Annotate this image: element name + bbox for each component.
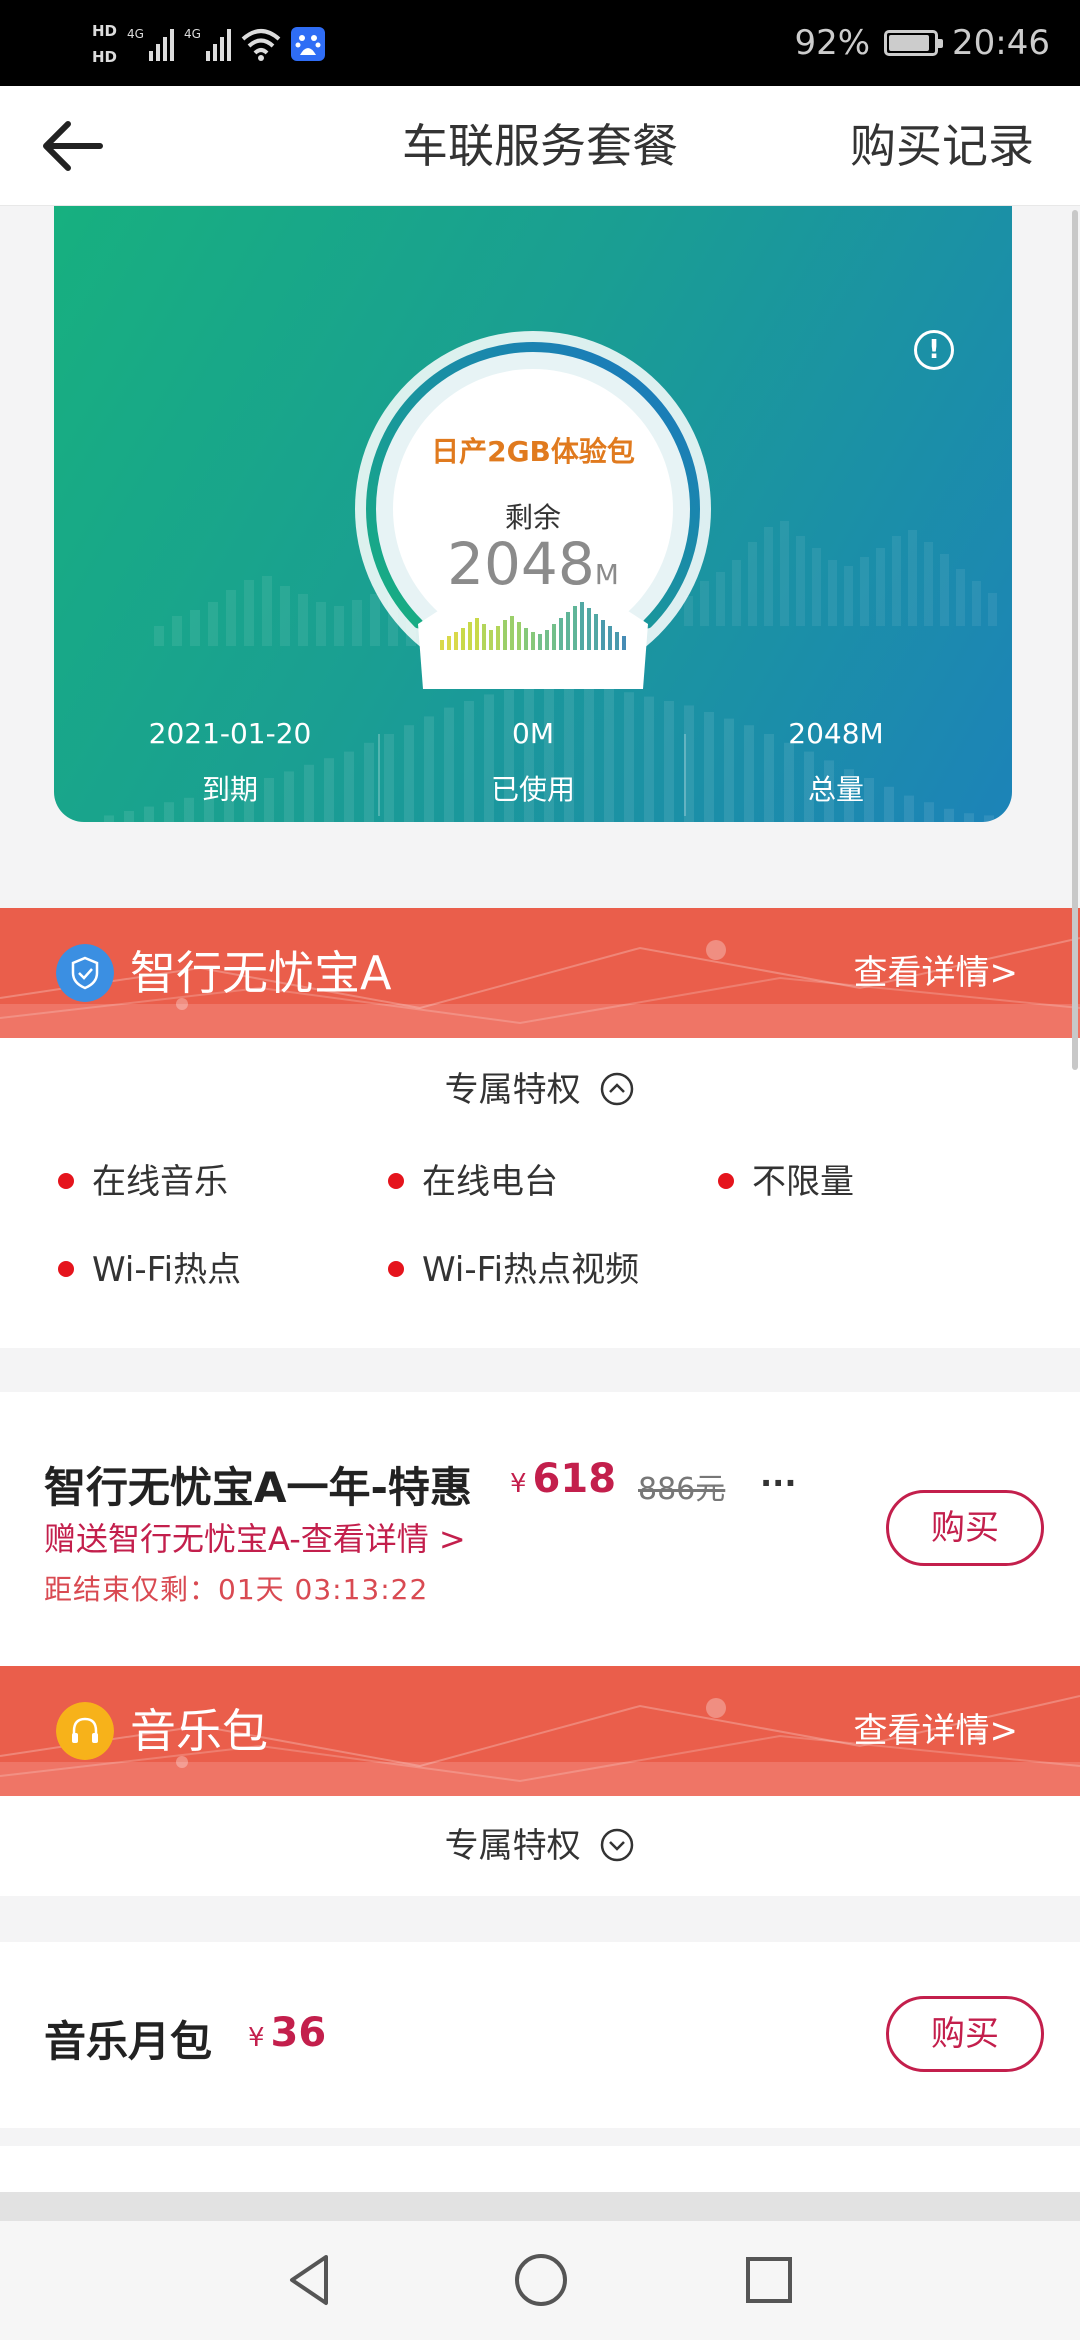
privileges-toggle[interactable]: 专属特权 xyxy=(0,1040,1080,1140)
view-details-link[interactable]: 查看详情> xyxy=(854,1666,1019,1796)
battery-percent: 92% xyxy=(794,23,871,63)
back-arrow-icon[interactable] xyxy=(38,116,108,176)
remaining-value: 2048M xyxy=(54,530,1012,598)
stat-used: 0M 已使用 xyxy=(383,712,683,818)
perk-item: 不限量 xyxy=(718,1152,854,1212)
package-banner-music[interactable]: 音乐包 查看详情> xyxy=(0,1666,1080,1796)
nav-recents-square-icon[interactable] xyxy=(742,2251,796,2309)
currency-symbol: ¥ xyxy=(248,2023,265,2053)
privileges-panel: 专属特权 xyxy=(0,1796,1080,1896)
perk-item: Wi-Fi热点视频 xyxy=(388,1240,639,1300)
stat-value: 2048M xyxy=(788,717,884,750)
gift-details-link[interactable]: 赠送智行无忧宝A-查看详情 > xyxy=(44,1514,466,1560)
currency-symbol: ¥ xyxy=(510,1469,527,1499)
system-navigation-bar xyxy=(0,2220,1080,2340)
bottom-shadow xyxy=(0,2192,1080,2220)
privileges-toggle[interactable]: 专属特权 xyxy=(0,1796,1080,1896)
hd-indicator: HD HD xyxy=(92,18,117,70)
price-value: 36 xyxy=(270,2010,327,2056)
stat-label: 总量 xyxy=(807,773,864,806)
network-type-2: 4G xyxy=(183,27,201,41)
chevron-up-icon xyxy=(601,1072,634,1105)
package-banner-zhixing[interactable]: 智行无忧宝A 查看详情> xyxy=(0,908,1080,1038)
nav-home-circle-icon[interactable] xyxy=(512,2251,570,2309)
perk-label: 在线电台 xyxy=(422,1162,558,1202)
offer-price: ¥618 xyxy=(510,1456,616,1502)
clock: 20:46 xyxy=(952,23,1050,63)
status-bar: HD HD 4G 4G 92% 20:46 xyxy=(0,0,1080,86)
offer-card: 音乐月包 ¥36 购买 xyxy=(0,1942,1080,2128)
info-icon[interactable]: ! xyxy=(914,330,954,370)
data-usage-card: ! 日产2GB体验包 剩余 2048M 2021-01-20 到期 0M 已使用… xyxy=(54,206,1012,822)
countdown-timer: 距结束仅剩：01天 03:13:22 xyxy=(44,1573,429,1606)
signal-icon-2: 4G xyxy=(184,27,231,61)
privileges-title: 专属特权 xyxy=(444,1070,581,1110)
nav-bar: 车联服务套餐 购买记录 xyxy=(0,86,1080,206)
remaining-number: 2048 xyxy=(447,530,595,598)
package-title: 音乐包 xyxy=(130,1704,268,1758)
package-title: 智行无忧宝A xyxy=(130,946,392,1000)
stat-total: 2048M 总量 xyxy=(686,712,986,818)
offer-card: 智行无忧宝A一年-特惠 ¥618 886元 ... 赠送智行无忧宝A-查看详情 … xyxy=(0,1392,1080,1666)
view-details-link[interactable]: 查看详情> xyxy=(854,908,1019,1038)
stat-value: 2021-01-20 xyxy=(148,717,312,750)
stat-expiry: 2021-01-20 到期 xyxy=(80,712,380,818)
app-screen: HD HD 4G 4G 92% 20:46 车联服务套餐 购买记录 ! 日产2G… xyxy=(0,0,1080,2340)
stat-label: 已使用 xyxy=(490,773,575,806)
privileges-title: 专属特权 xyxy=(444,1826,581,1866)
purchase-history-link[interactable]: 购买记录 xyxy=(850,86,1034,206)
status-right: 92% 20:46 xyxy=(794,0,1050,86)
offer-name: 智行无忧宝A一年-特惠 xyxy=(44,1463,472,1512)
status-left: HD HD 4G 4G xyxy=(92,14,325,74)
original-price: 886元 xyxy=(638,1472,726,1507)
perk-item: 在线电台 xyxy=(388,1152,558,1212)
offer-price: ¥36 xyxy=(248,2010,326,2056)
perk-item: 在线音乐 xyxy=(58,1152,228,1212)
wifi-icon xyxy=(241,29,281,61)
signal-icon: 4G xyxy=(127,27,174,61)
stat-label: 到期 xyxy=(201,773,258,806)
baidu-app-icon xyxy=(290,27,325,61)
network-type-1: 4G xyxy=(127,27,144,41)
privileges-panel: 专属特权 在线音乐 在线电台 不限量 Wi-Fi热点 Wi-Fi热点视频 xyxy=(0,1038,1080,1348)
offer-name: 音乐月包 xyxy=(44,2017,213,2066)
stat-divider xyxy=(378,734,380,816)
battery-icon xyxy=(884,30,944,56)
shield-icon xyxy=(56,944,114,1002)
hd-label-1: HD xyxy=(92,22,118,40)
headphones-icon xyxy=(56,1702,114,1760)
buy-button[interactable]: 购买 xyxy=(886,1490,1044,1566)
perk-label: 不限量 xyxy=(752,1162,854,1202)
nav-back-triangle-icon[interactable] xyxy=(284,2251,334,2309)
scrollbar[interactable] xyxy=(1072,210,1078,1070)
perk-label: 在线音乐 xyxy=(92,1162,228,1202)
buy-button[interactable]: 购买 xyxy=(886,1996,1044,2072)
chevron-down-icon xyxy=(601,1828,634,1861)
next-card-peek xyxy=(0,2146,1080,2192)
perk-item: Wi-Fi热点 xyxy=(58,1240,241,1300)
stat-value: 0M xyxy=(512,717,554,750)
price-value: 618 xyxy=(532,1456,617,1502)
perk-label: Wi-Fi热点 xyxy=(92,1250,242,1290)
more-ellipsis[interactable]: ... xyxy=(760,1456,796,1494)
package-name: 日产2GB体验包 xyxy=(431,435,635,468)
remaining-unit: M xyxy=(594,558,619,591)
hd-label-2: HD xyxy=(92,48,118,66)
perk-label: Wi-Fi热点视频 xyxy=(422,1250,640,1290)
